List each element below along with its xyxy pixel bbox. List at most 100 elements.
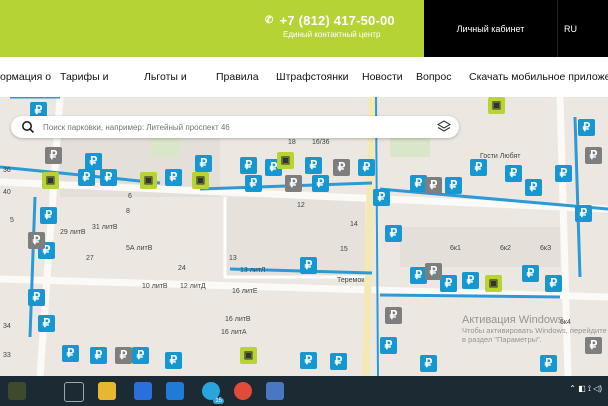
system-tray[interactable]: ⌃ ◧ ⟟ ◁) xyxy=(569,384,602,394)
parking-marker[interactable]: ₽ xyxy=(28,289,45,306)
search-input[interactable] xyxy=(41,121,435,133)
parking-marker[interactable]: ₽ xyxy=(522,265,539,282)
paid-terminal-marker[interactable]: ▣ xyxy=(485,275,502,292)
parking-marker[interactable]: ₽ xyxy=(100,169,117,186)
nav-item-download-app[interactable]: Скачать мобильное приложе xyxy=(469,71,608,83)
paid-terminal-marker[interactable]: ▣ xyxy=(140,172,157,189)
parking-marker[interactable]: ₽ xyxy=(525,179,542,196)
parking-marker-inactive[interactable]: ₽ xyxy=(115,347,132,364)
map-label: 13 литЛ xyxy=(240,267,266,274)
parking-marker[interactable]: ₽ xyxy=(380,337,397,354)
map-label: 33 xyxy=(3,352,11,359)
map-label: 31 литВ xyxy=(92,224,118,231)
parking-marker[interactable]: ₽ xyxy=(540,355,557,372)
parking-marker[interactable]: ₽ xyxy=(555,165,572,182)
map-label: 16 литЕ xyxy=(232,288,258,295)
nav-item-info[interactable]: ормация о xyxy=(0,71,51,83)
map-label: 36 xyxy=(3,167,11,174)
parking-marker[interactable]: ₽ xyxy=(462,272,479,289)
parking-marker[interactable]: ₽ xyxy=(575,205,592,222)
parking-marker-inactive[interactable]: ₽ xyxy=(45,147,62,164)
parking-marker[interactable]: ₽ xyxy=(38,315,55,332)
windows-activation-watermark: Активация Windows Чтобы активировать Win… xyxy=(462,314,608,344)
parking-marker[interactable]: ₽ xyxy=(62,345,79,362)
paid-terminal-marker[interactable]: ▣ xyxy=(277,152,294,169)
parking-marker[interactable]: ₽ xyxy=(245,175,262,192)
layers-icon[interactable] xyxy=(437,120,451,134)
parking-marker[interactable]: ₽ xyxy=(445,177,462,194)
contact-block[interactable]: ✆ +7 (812) 417-50-00 Единый контактный ц… xyxy=(265,13,395,39)
map-label: 5 xyxy=(10,217,14,224)
nav-item-rules[interactable]: Правила xyxy=(216,71,259,83)
parking-marker-inactive[interactable]: ₽ xyxy=(28,232,45,249)
store-icon[interactable] xyxy=(134,382,152,400)
map-label: Теремок xyxy=(337,277,365,284)
parking-marker[interactable]: ₽ xyxy=(240,157,257,174)
nav-item-news[interactable]: Новости xyxy=(362,71,403,83)
parking-marker-inactive[interactable]: ₽ xyxy=(385,307,402,324)
nav-item-question[interactable]: Вопрос xyxy=(416,71,451,83)
parking-marker[interactable]: ₽ xyxy=(420,355,437,372)
parking-marker[interactable]: ₽ xyxy=(545,275,562,292)
mail-icon[interactable] xyxy=(166,382,184,400)
parking-marker[interactable]: ₽ xyxy=(132,347,149,364)
parking-marker[interactable]: ₽ xyxy=(40,207,57,224)
map-label: 10 литВ xyxy=(142,283,168,290)
paid-terminal-marker[interactable]: ▣ xyxy=(240,347,257,364)
main-nav: ормация о Тарифы и Льготы и Правила Штра… xyxy=(0,57,608,97)
parking-marker[interactable]: ₽ xyxy=(305,157,322,174)
map-label: 6кЗ xyxy=(540,245,552,252)
telegram-badge: 15 xyxy=(213,398,224,404)
parking-marker[interactable]: ₽ xyxy=(330,353,347,370)
app-icon[interactable] xyxy=(266,382,284,400)
phone-number: +7 (812) 417-50-00 xyxy=(279,13,395,28)
map-label: 12 литД xyxy=(180,283,206,290)
parking-marker-inactive[interactable]: ₽ xyxy=(585,147,602,164)
map-label: 16/36 xyxy=(312,139,330,146)
map-label: 14 xyxy=(350,221,358,228)
parking-marker[interactable]: ₽ xyxy=(300,257,317,274)
parking-marker[interactable]: ₽ xyxy=(385,225,402,242)
paid-terminal-marker[interactable]: ▣ xyxy=(42,172,59,189)
weather-icon[interactable] xyxy=(8,382,26,400)
language-switch[interactable]: RU xyxy=(557,0,608,57)
parking-marker-inactive[interactable]: ₽ xyxy=(333,159,350,176)
parking-marker[interactable]: ₽ xyxy=(85,153,102,170)
paid-terminal-marker[interactable]: ▣ xyxy=(192,172,209,189)
chrome-icon[interactable] xyxy=(234,382,252,400)
task-view-icon[interactable] xyxy=(64,382,84,402)
parking-marker[interactable]: ₽ xyxy=(373,189,390,206)
parking-marker[interactable]: ₽ xyxy=(312,175,329,192)
parking-marker[interactable]: ₽ xyxy=(470,159,487,176)
parking-marker[interactable]: ₽ xyxy=(78,169,95,186)
search-icon[interactable] xyxy=(21,120,35,134)
parking-marker-inactive[interactable]: ₽ xyxy=(425,177,442,194)
map-label: 15 xyxy=(340,246,348,253)
paid-terminal-marker[interactable]: ▣ xyxy=(488,97,505,114)
parking-marker[interactable]: ₽ xyxy=(578,119,595,136)
map-label: 6к2 xyxy=(500,245,511,252)
personal-cabinet-button[interactable]: Личный кабинет xyxy=(424,0,557,57)
parking-marker[interactable]: ₽ xyxy=(440,275,457,292)
nav-item-benefits[interactable]: Льготы и xyxy=(144,71,187,83)
map-label: 5А литВ xyxy=(126,245,153,252)
parking-marker[interactable]: ₽ xyxy=(300,352,317,369)
parking-marker-inactive[interactable]: ₽ xyxy=(425,263,442,280)
windows-taskbar: 15 ⌃ ◧ ⟟ ◁) xyxy=(0,376,608,406)
parking-map[interactable]: 16/36 18 20 22 Гости Любят 40 36 6 8 12 … xyxy=(0,97,608,376)
parking-marker[interactable]: ₽ xyxy=(165,169,182,186)
parking-marker[interactable]: ₽ xyxy=(90,347,107,364)
parking-marker-inactive[interactable]: ₽ xyxy=(285,175,302,192)
search-bar xyxy=(11,116,459,138)
parking-marker[interactable]: ₽ xyxy=(195,155,212,172)
map-label: 18 xyxy=(288,139,296,146)
map-label: 34 xyxy=(3,323,11,330)
parking-marker[interactable]: ₽ xyxy=(358,159,375,176)
nav-item-tariffs[interactable]: Тарифы и xyxy=(60,71,108,83)
parking-marker[interactable]: ₽ xyxy=(505,165,522,182)
parking-marker[interactable]: ₽ xyxy=(165,352,182,369)
nav-item-impound[interactable]: Штрафстоянки xyxy=(276,71,348,83)
telegram-icon[interactable]: 15 xyxy=(202,382,224,404)
watermark-title: Активация Windows xyxy=(462,314,564,326)
file-explorer-icon[interactable] xyxy=(98,382,116,400)
